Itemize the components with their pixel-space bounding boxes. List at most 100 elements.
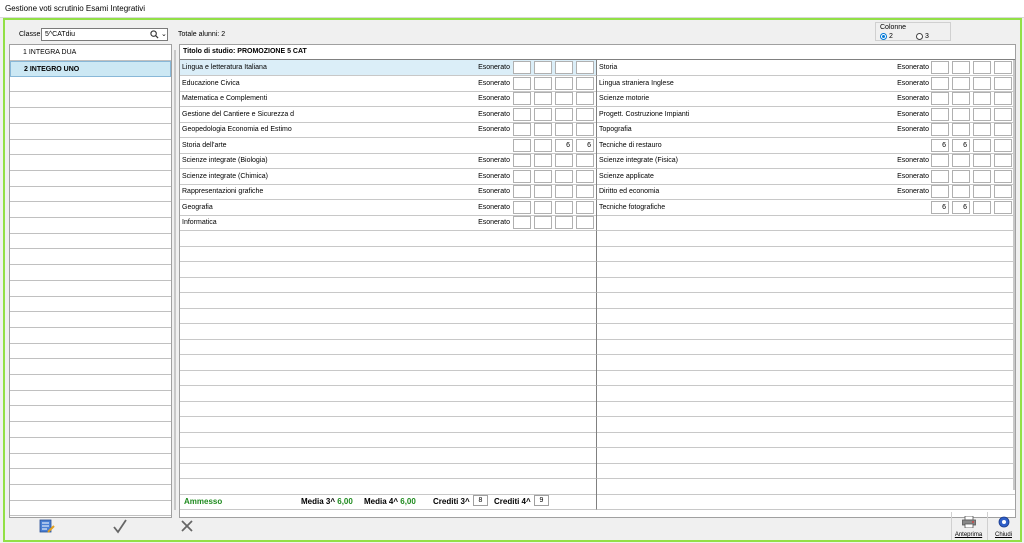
subject-row[interactable]: Gestione del Cantiere e Sicurezza d Esone… xyxy=(180,106,597,123)
grade-cell[interactable] xyxy=(534,200,552,214)
student-row-empty[interactable] xyxy=(10,249,171,266)
grade-cell[interactable] xyxy=(555,123,573,136)
grade-cell[interactable] xyxy=(534,123,552,136)
subject-row[interactable]: Diritto ed economia Esonerato xyxy=(597,184,1015,200)
student-row-empty[interactable] xyxy=(10,202,171,218)
grade-cell[interactable] xyxy=(534,154,552,167)
grade-cell[interactable] xyxy=(513,216,531,229)
grade-cell[interactable] xyxy=(576,61,594,74)
grade-cell[interactable] xyxy=(555,185,573,198)
student-row-empty[interactable] xyxy=(10,139,171,156)
student-row-empty[interactable] xyxy=(10,92,171,109)
grade-cell[interactable] xyxy=(534,169,552,183)
grade-cell[interactable] xyxy=(952,107,970,121)
grade-cell[interactable] xyxy=(576,200,594,214)
grade-cell[interactable] xyxy=(513,200,531,214)
student-row-empty[interactable] xyxy=(10,453,171,470)
grade-cell[interactable] xyxy=(513,107,531,121)
grade-cell[interactable] xyxy=(994,123,1012,136)
student-row-empty[interactable] xyxy=(10,422,171,438)
grade-cell[interactable] xyxy=(973,123,991,136)
grade-cell[interactable] xyxy=(994,138,1012,152)
grade-cell[interactable] xyxy=(994,61,1012,74)
grade-cell[interactable] xyxy=(931,76,949,90)
grade-cell[interactable] xyxy=(513,92,531,105)
anteprima-button[interactable]: Anteprima xyxy=(951,512,985,540)
grade-cell[interactable] xyxy=(513,123,531,136)
grade-cell[interactable] xyxy=(994,92,1012,105)
student-list-scrollbar[interactable] xyxy=(173,44,177,518)
grade-cell[interactable] xyxy=(931,154,949,167)
grade-cell[interactable] xyxy=(952,154,970,167)
grid-scrollbar[interactable] xyxy=(1012,60,1016,516)
grade-cell[interactable] xyxy=(576,123,594,136)
grade-cell[interactable] xyxy=(534,216,552,229)
grade-cell[interactable] xyxy=(576,185,594,198)
grade-cell[interactable] xyxy=(513,61,531,74)
subject-row[interactable]: Lingua e letteratura Italiana Esonerato xyxy=(180,60,597,76)
student-row-empty[interactable] xyxy=(10,406,171,423)
colonne-radio-3[interactable]: 3 xyxy=(916,33,929,40)
student-row-empty[interactable] xyxy=(10,296,171,313)
grade-cell[interactable] xyxy=(555,200,573,214)
grade-cell[interactable] xyxy=(513,76,531,90)
subject-row[interactable]: Matematica e Complementi Esonerato xyxy=(180,91,597,107)
grade-cell[interactable] xyxy=(973,92,991,105)
student-row-empty[interactable] xyxy=(10,485,171,501)
student-row-empty[interactable] xyxy=(10,359,171,375)
grade-cell[interactable] xyxy=(973,61,991,74)
grade-cell[interactable]: 6 xyxy=(952,138,970,152)
grade-cell[interactable] xyxy=(534,185,552,198)
student-row-empty[interactable] xyxy=(10,390,171,407)
student-row-empty[interactable] xyxy=(10,155,171,171)
subject-row[interactable]: Storia dell'arte 6 6 xyxy=(180,137,597,154)
subject-row[interactable]: Geopedologia Economia ed Estimo Esonerato xyxy=(180,122,597,138)
subject-row[interactable]: Rappresentazioni grafiche Esonerato xyxy=(180,184,597,200)
grade-cell[interactable] xyxy=(576,216,594,229)
grade-cell[interactable]: 6 xyxy=(952,200,970,214)
grade-cell[interactable] xyxy=(513,138,531,152)
grade-cell[interactable]: 6 xyxy=(931,138,949,152)
grade-cell[interactable] xyxy=(931,92,949,105)
subject-row[interactable]: Scienze integrate (Biologia) Esonerato xyxy=(180,153,597,169)
subject-row[interactable]: Storia Esonerato xyxy=(597,60,1015,76)
grade-cell[interactable] xyxy=(555,92,573,105)
grade-cell[interactable] xyxy=(555,154,573,167)
student-row-empty[interactable] xyxy=(10,218,171,234)
grade-cell[interactable] xyxy=(952,123,970,136)
student-row-empty[interactable] xyxy=(10,171,171,187)
grade-cell[interactable] xyxy=(931,61,949,74)
student-row-empty[interactable] xyxy=(10,265,171,281)
grade-cell[interactable]: 6 xyxy=(555,138,573,152)
edit-button[interactable] xyxy=(35,514,59,538)
grade-cell[interactable] xyxy=(952,185,970,198)
grade-cell[interactable]: 6 xyxy=(576,138,594,152)
grade-cell[interactable] xyxy=(931,169,949,183)
grade-cell[interactable] xyxy=(994,76,1012,90)
grade-cell[interactable] xyxy=(973,76,991,90)
grade-cell[interactable] xyxy=(973,138,991,152)
grade-cell[interactable] xyxy=(931,185,949,198)
crediti-4-field[interactable]: 9 xyxy=(534,495,549,506)
confirm-button[interactable] xyxy=(108,514,132,538)
student-row-empty[interactable] xyxy=(10,76,171,93)
student-row-empty[interactable] xyxy=(10,469,171,485)
student-row-empty[interactable] xyxy=(10,124,171,140)
subject-row[interactable]: Tecniche di restauro 6 6 xyxy=(597,138,1015,154)
grade-cell[interactable] xyxy=(994,169,1012,183)
grade-cell[interactable] xyxy=(994,154,1012,167)
grade-cell[interactable] xyxy=(555,76,573,90)
grade-cell[interactable] xyxy=(555,107,573,121)
grade-cell[interactable] xyxy=(534,61,552,74)
grade-cell[interactable] xyxy=(931,107,949,121)
subject-row[interactable]: Scienze motorie Esonerato xyxy=(597,91,1015,107)
chevron-down-icon[interactable]: ⌄ xyxy=(161,30,167,38)
student-row-empty[interactable] xyxy=(10,312,171,328)
grade-cell[interactable] xyxy=(534,138,552,152)
grade-cell[interactable] xyxy=(994,200,1012,214)
grade-cell[interactable] xyxy=(576,92,594,105)
grade-cell[interactable] xyxy=(952,76,970,90)
grade-cell[interactable] xyxy=(973,185,991,198)
grade-cell[interactable] xyxy=(576,154,594,167)
grade-cell[interactable] xyxy=(952,92,970,105)
